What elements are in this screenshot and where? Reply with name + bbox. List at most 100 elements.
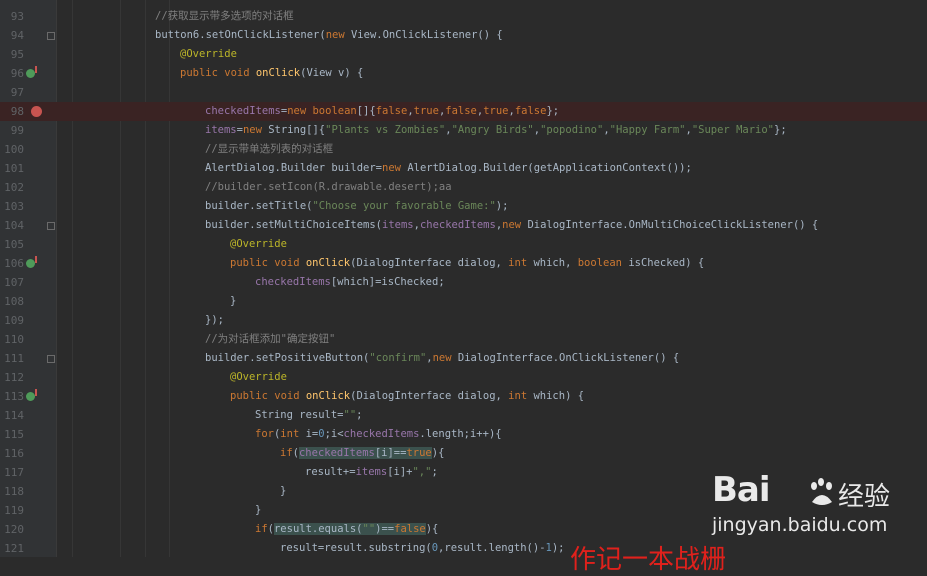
code-text[interactable]: public void onClick(DialogInterface dial… [230,254,704,273]
code-text[interactable]: public void onClick(View v) { [180,64,363,83]
line-number[interactable]: 102 [0,178,24,197]
code-token: //获取显示带多选项的对话框 [155,10,294,22]
line-number[interactable]: 112 [0,368,24,387]
override-icon[interactable] [26,256,37,268]
line-number[interactable]: 96 [0,64,24,83]
fold-icon[interactable] [47,222,55,230]
code-text[interactable]: //显示带单选列表的对话框 [205,140,333,159]
code-text[interactable]: public void onClick(DialogInterface dial… [230,387,584,406]
breakpoint-icon[interactable] [31,106,42,117]
code-line[interactable]: 101 AlertDialog.Builder builder=new Alert… [0,159,927,178]
line-number[interactable]: 119 [0,501,24,520]
code-line[interactable]: 114 String result=""; [0,406,927,425]
code-text[interactable]: @Override [230,368,287,387]
code-text[interactable]: result=result.substring(0,result.length(… [280,539,565,558]
code-line[interactable]: 105 @Override [0,235,927,254]
code-line[interactable]: 117 result+=items[i]+","; [0,463,927,482]
code-text[interactable]: }); [205,311,224,330]
code-line[interactable]: 103 builder.setTitle("Choose your favorab… [0,197,927,216]
code-text[interactable]: } [280,482,286,501]
line-number[interactable]: 114 [0,406,24,425]
line-number[interactable]: 98 [0,102,24,121]
code-text[interactable]: builder.setPositiveButton("confirm",new … [205,349,679,368]
fold-icon[interactable] [47,355,55,363]
code-token: "Angry Birds" [451,124,534,136]
code-text[interactable]: String result=""; [255,406,363,425]
code-line[interactable]: 113 public void onClick(DialogInterface d… [0,387,927,406]
line-number[interactable]: 111 [0,349,24,368]
code-text[interactable]: items=new String[]{"Plants vs Zombies","… [205,121,787,140]
code-line[interactable]: 107 checkedItems[which]=isChecked; [0,273,927,292]
code-text[interactable]: } [255,501,261,520]
line-number[interactable]: 108 [0,292,24,311]
code-text[interactable]: //为对话框添加"确定按钮" [205,330,335,349]
code-text[interactable]: AlertDialog.Builder builder=new AlertDia… [205,159,692,178]
line-number[interactable]: 97 [0,83,24,102]
line-number[interactable]: 101 [0,159,24,178]
code-line[interactable]: 97 [0,83,927,102]
code-text[interactable]: //builder.setIcon(R.drawable.desert);aa [205,178,452,197]
code-line[interactable]: 98 checkedItems=new boolean[]{false,true,… [0,102,927,121]
line-number[interactable]: 104 [0,216,24,235]
override-icon[interactable] [26,66,37,78]
line-number[interactable]: 117 [0,463,24,482]
code-text[interactable]: @Override [180,45,237,64]
line-number[interactable]: 106 [0,254,24,273]
code-text[interactable]: //获取显示带多选项的对话框 [155,7,294,26]
code-token: //显示带单选列表的对话框 [205,143,334,155]
code-line[interactable]: 94 button6.setOnClickListener(new View.On… [0,26,927,45]
code-text[interactable]: checkedItems[which]=isChecked; [255,273,445,292]
code-line[interactable]: 118} [0,482,927,501]
code-token: } [280,485,287,497]
code-token: which, [533,257,578,269]
code-line[interactable]: 116 if(checkedItems[i]==true){ [0,444,927,463]
code-token: boolean [577,257,629,269]
line-number[interactable]: 116 [0,444,24,463]
code-text[interactable]: } [230,292,236,311]
code-line[interactable]: 121 result=result.substring(0,result.leng… [0,539,927,558]
code-line[interactable]: 102 //builder.setIcon(R.drawable.desert);… [0,178,927,197]
line-number[interactable]: 95 [0,45,24,64]
line-number[interactable]: 99 [0,121,24,140]
code-line[interactable]: 108} [0,292,927,311]
code-line[interactable]: 104 builder.setMultiChoiceItems(items,che… [0,216,927,235]
code-text[interactable]: if(checkedItems[i]==true){ [280,444,444,463]
code-text[interactable]: if(result.equals("")==false){ [255,520,438,539]
code-line[interactable]: 95 @Override [0,45,927,64]
code-text[interactable]: result+=items[i]+","; [305,463,438,482]
line-number[interactable]: 93 [0,7,24,26]
override-icon[interactable] [26,389,37,401]
line-number[interactable]: 109 [0,311,24,330]
line-number[interactable]: 107 [0,273,24,292]
code-text[interactable]: checkedItems=new boolean[]{false,true,fa… [205,102,559,121]
code-line[interactable]: 100 //显示带单选列表的对话框 [0,140,927,159]
code-line[interactable]: 109}); [0,311,927,330]
code-token: public void [230,390,306,402]
line-number[interactable]: 121 [0,539,24,558]
code-token: DialogInterface.OnMultiChoiceClickListen… [527,219,819,231]
code-text[interactable]: button6.setOnClickListener(new View.OnCl… [155,26,503,45]
line-number[interactable]: 103 [0,197,24,216]
code-token: public void [180,67,256,79]
code-text[interactable]: for(int i=0;i<checkedItems.length;i++){ [255,425,502,444]
fold-icon[interactable] [47,32,55,40]
code-line[interactable]: 111 builder.setPositiveButton("confirm",n… [0,349,927,368]
line-number[interactable]: 105 [0,235,24,254]
code-line[interactable]: 115 for(int i=0;i<checkedItems.length;i++… [0,425,927,444]
line-number[interactable]: 94 [0,26,24,45]
code-line[interactable]: 106 public void onClick(DialogInterface d… [0,254,927,273]
line-number[interactable]: 118 [0,482,24,501]
code-line[interactable]: 96 public void onClick(View v) { [0,64,927,83]
code-text[interactable]: builder.setMultiChoiceItems(items,checke… [205,216,818,235]
line-number[interactable]: 113 [0,387,24,406]
code-line[interactable]: 112 @Override [0,368,927,387]
line-number[interactable]: 100 [0,140,24,159]
code-text[interactable]: @Override [230,235,287,254]
line-number[interactable]: 115 [0,425,24,444]
line-number[interactable]: 120 [0,520,24,539]
code-line[interactable]: 110 //为对话框添加"确定按钮" [0,330,927,349]
line-number[interactable]: 110 [0,330,24,349]
code-text[interactable]: builder.setTitle("Choose your favorable … [205,197,508,216]
code-line[interactable]: 93 //获取显示带多选项的对话框 [0,7,927,26]
code-line[interactable]: 99 items=new String[]{"Plants vs Zombies"… [0,121,927,140]
